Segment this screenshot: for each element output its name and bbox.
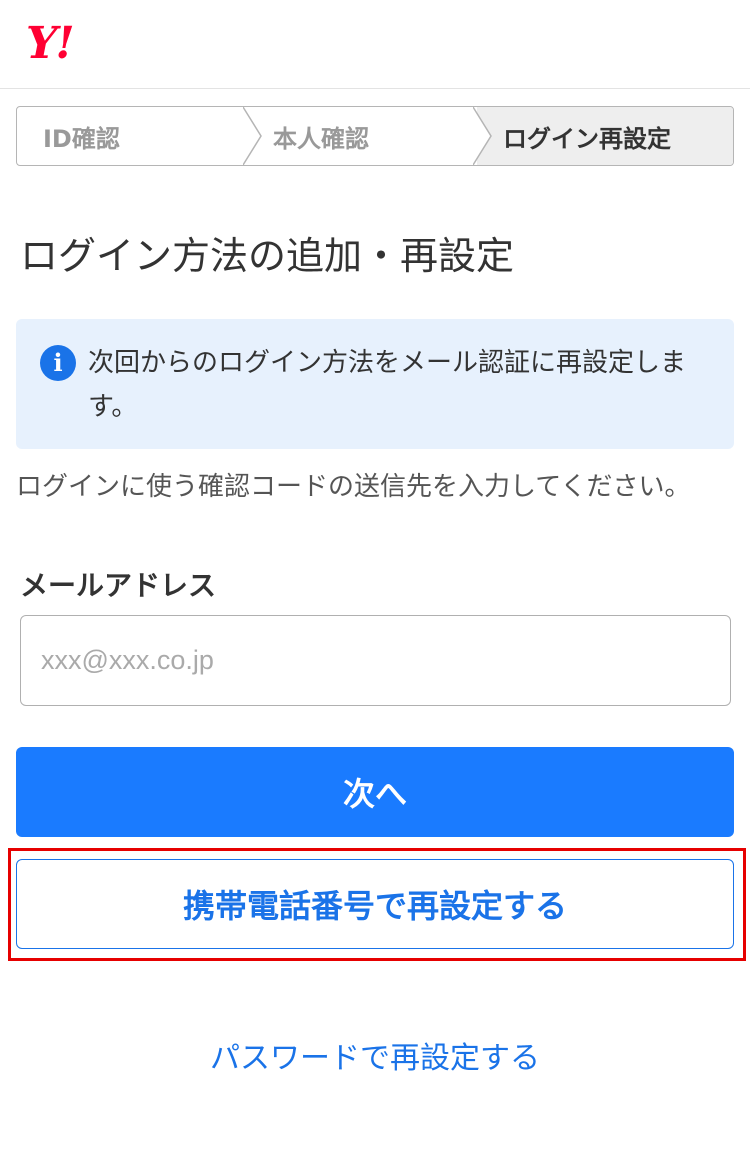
step-separator-icon bbox=[473, 107, 492, 165]
step-id-confirm: ID確認 bbox=[43, 124, 120, 153]
info-notice: i 次回からのログイン方法をメール認証に再設定します。 bbox=[16, 319, 734, 449]
step-identity-confirm: 本人確認 bbox=[273, 124, 369, 153]
notice-text: 次回からのログイン方法をメール認証に再設定します。 bbox=[88, 348, 687, 422]
email-field[interactable] bbox=[20, 615, 731, 706]
step-separator-icon bbox=[243, 107, 262, 165]
header: Y! bbox=[0, 0, 750, 89]
info-icon: i bbox=[40, 345, 76, 381]
instruction-text: ログインに使う確認コードの送信先を入力してください。 bbox=[16, 472, 691, 502]
phone-reset-button[interactable]: 携帯電話番号で再設定する bbox=[16, 859, 734, 949]
page-title: ログイン方法の追加・再設定 bbox=[20, 234, 515, 278]
progress-steps: ID確認 本人確認 ログイン再設定 bbox=[16, 106, 734, 166]
yahoo-logo[interactable]: Y! bbox=[26, 22, 75, 66]
password-reset-link[interactable]: パスワードで再設定する bbox=[0, 1036, 750, 1082]
next-button[interactable]: 次へ bbox=[16, 747, 734, 837]
email-field-label: メールアドレス bbox=[20, 569, 217, 602]
step-login-reset: ログイン再設定 bbox=[477, 107, 733, 165]
